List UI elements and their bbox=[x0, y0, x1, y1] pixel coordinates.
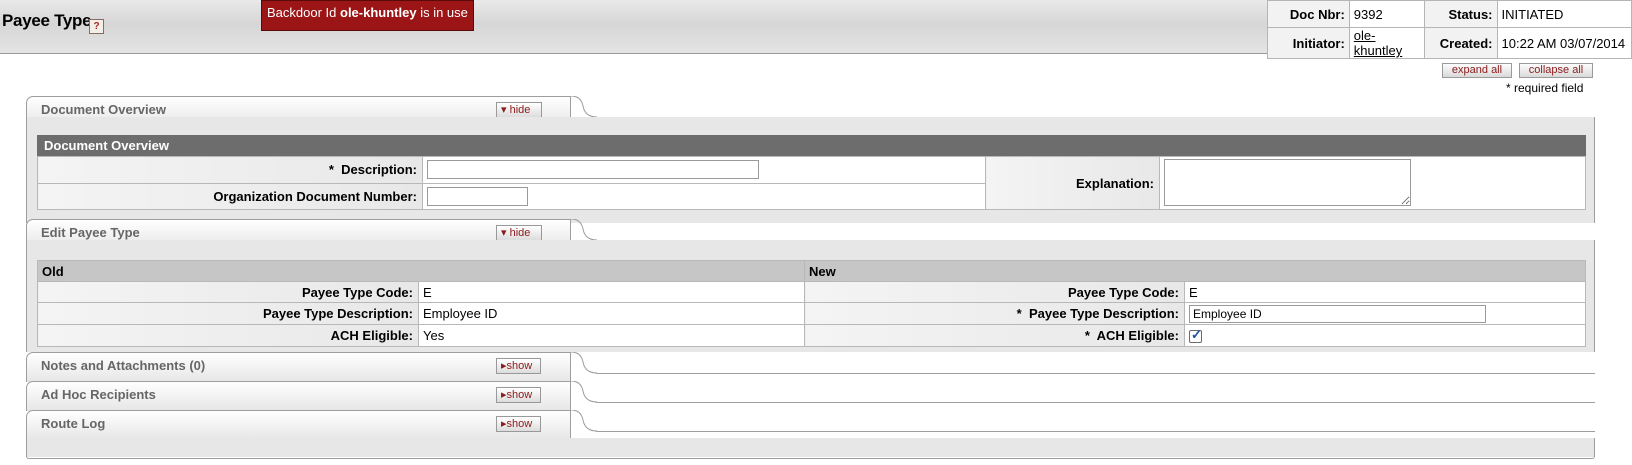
required-star: * bbox=[328, 162, 334, 178]
toggle-label: show bbox=[506, 389, 533, 401]
doc-nbr-label: Doc Nbr: bbox=[1267, 0, 1350, 28]
tab-line bbox=[596, 373, 1595, 374]
expand-all-button[interactable]: expand all bbox=[1442, 63, 1512, 78]
initiator-cell: ole-khuntley bbox=[1348, 27, 1425, 59]
created-label: Created: bbox=[1423, 27, 1498, 59]
explanation-label: Explanation: bbox=[985, 156, 1160, 210]
document-overview-table: * Description: Explanation: Organization… bbox=[37, 156, 1586, 210]
toggle-document-overview-button[interactable]: ▾ hide bbox=[496, 102, 542, 118]
status-value: INITIATED bbox=[1496, 0, 1632, 28]
edit-payee-type-panel: Old New Payee Type Code: E Payee Type Co… bbox=[26, 240, 1595, 352]
tab-adhoc-recipients: Ad Hoc Recipients ▸show bbox=[26, 381, 1595, 411]
payee-type-description-input[interactable] bbox=[1189, 304, 1486, 323]
tab-route-log: Route Log ▸show bbox=[26, 410, 1595, 440]
description-label: Description: bbox=[341, 162, 417, 178]
tab-notes-attachments: Notes and Attachments (0) ▸show bbox=[26, 352, 1595, 382]
ach-eligible-checkbox[interactable]: ✓ bbox=[1189, 326, 1202, 343]
toggle-adhoc-button[interactable]: ▸show bbox=[496, 387, 541, 403]
route-log-panel bbox=[26, 438, 1595, 457]
new-desc-cell bbox=[1184, 302, 1586, 325]
required-star: * bbox=[1016, 306, 1022, 321]
collapse-all-button[interactable]: collapse all bbox=[1519, 63, 1593, 78]
org-doc-cell bbox=[422, 182, 986, 210]
new-ach-cell: ✓ bbox=[1184, 324, 1586, 347]
panel-bottom-border bbox=[26, 456, 1595, 459]
required-star: * bbox=[1084, 328, 1090, 343]
old-code-label: Payee Type Code: bbox=[37, 281, 419, 303]
org-doc-number-input[interactable] bbox=[427, 186, 528, 206]
created-value: 10:22 AM 03/07/2014 bbox=[1496, 27, 1632, 59]
new-code-value: E bbox=[1184, 281, 1586, 303]
tab-line bbox=[596, 431, 1595, 432]
triangle-down-icon: ▾ bbox=[501, 104, 507, 116]
help-icon[interactable]: ? bbox=[89, 19, 104, 34]
toggle-label: show bbox=[506, 360, 533, 372]
section-header: Document Overview bbox=[37, 135, 1586, 156]
toggle-label: hide bbox=[509, 104, 531, 116]
triangle-down-icon: ▾ bbox=[501, 227, 507, 239]
new-ach-label: ACH Eligible: bbox=[1096, 328, 1179, 343]
org-doc-label: Organization Document Number: bbox=[37, 182, 423, 210]
document-info-table: Doc Nbr: 9392 Status: INITIATED Initiato… bbox=[1267, 0, 1632, 59]
tab-curve bbox=[571, 410, 597, 432]
old-code-value: E bbox=[418, 281, 805, 303]
document-overview-panel: Document Overview * Description: Explana… bbox=[26, 117, 1595, 223]
new-ach-label-cell: * ACH Eligible: bbox=[804, 324, 1185, 347]
new-desc-label-cell: * Payee Type Description: bbox=[804, 302, 1185, 325]
initiator-label: Initiator: bbox=[1267, 27, 1350, 59]
toggle-label: show bbox=[506, 418, 533, 430]
old-header: Old bbox=[37, 260, 805, 282]
tab-title: Notes and Attachments (0) bbox=[41, 358, 206, 373]
tab-line bbox=[596, 402, 1595, 403]
description-label-cell: * Description: bbox=[37, 156, 423, 184]
doc-nbr-value: 9392 bbox=[1348, 0, 1425, 28]
tab-title: Ad Hoc Recipients bbox=[41, 387, 156, 402]
backdoor-banner: Backdoor Id ole-khuntley is in use bbox=[261, 0, 474, 31]
edit-payee-type-table: Old New Payee Type Code: E Payee Type Co… bbox=[37, 260, 1586, 347]
tab-curve bbox=[571, 352, 597, 374]
check-icon: ✓ bbox=[1191, 326, 1202, 342]
description-cell bbox=[422, 156, 986, 184]
backdoor-user: ole-khuntley bbox=[340, 5, 417, 20]
initiator-link[interactable]: ole-khuntley bbox=[1354, 28, 1402, 58]
new-code-label: Payee Type Code: bbox=[804, 281, 1185, 303]
tab-title: Route Log bbox=[41, 416, 106, 431]
description-input[interactable] bbox=[427, 160, 759, 180]
old-desc-value: Employee ID bbox=[418, 302, 805, 325]
page-title: Payee Type bbox=[2, 11, 92, 30]
toggle-route-log-button[interactable]: ▸show bbox=[496, 416, 541, 432]
tab-curve bbox=[571, 381, 597, 403]
new-header: New bbox=[804, 260, 1586, 282]
status-label: Status: bbox=[1423, 0, 1498, 28]
old-desc-label: Payee Type Description: bbox=[37, 302, 419, 325]
explanation-cell bbox=[1159, 156, 1586, 210]
tab-title: Document Overview bbox=[41, 102, 166, 117]
tab-title: Edit Payee Type bbox=[41, 225, 140, 240]
old-ach-label: ACH Eligible: bbox=[37, 324, 419, 347]
tab-shape bbox=[26, 410, 571, 440]
new-desc-label: Payee Type Description: bbox=[1028, 306, 1179, 321]
backdoor-suffix: is in use bbox=[416, 5, 468, 20]
explanation-textarea[interactable] bbox=[1164, 159, 1411, 206]
backdoor-prefix: Backdoor Id bbox=[267, 5, 340, 20]
required-field-note: * required field bbox=[1506, 81, 1584, 95]
old-ach-value: Yes bbox=[418, 324, 805, 347]
page-header: Payee Type ? Backdoor Id ole-khuntley is… bbox=[0, 0, 1632, 59]
toggle-notes-button[interactable]: ▸show bbox=[496, 358, 541, 374]
toggle-edit-payee-type-button[interactable]: ▾ hide bbox=[496, 225, 542, 241]
toggle-label: hide bbox=[509, 227, 531, 239]
